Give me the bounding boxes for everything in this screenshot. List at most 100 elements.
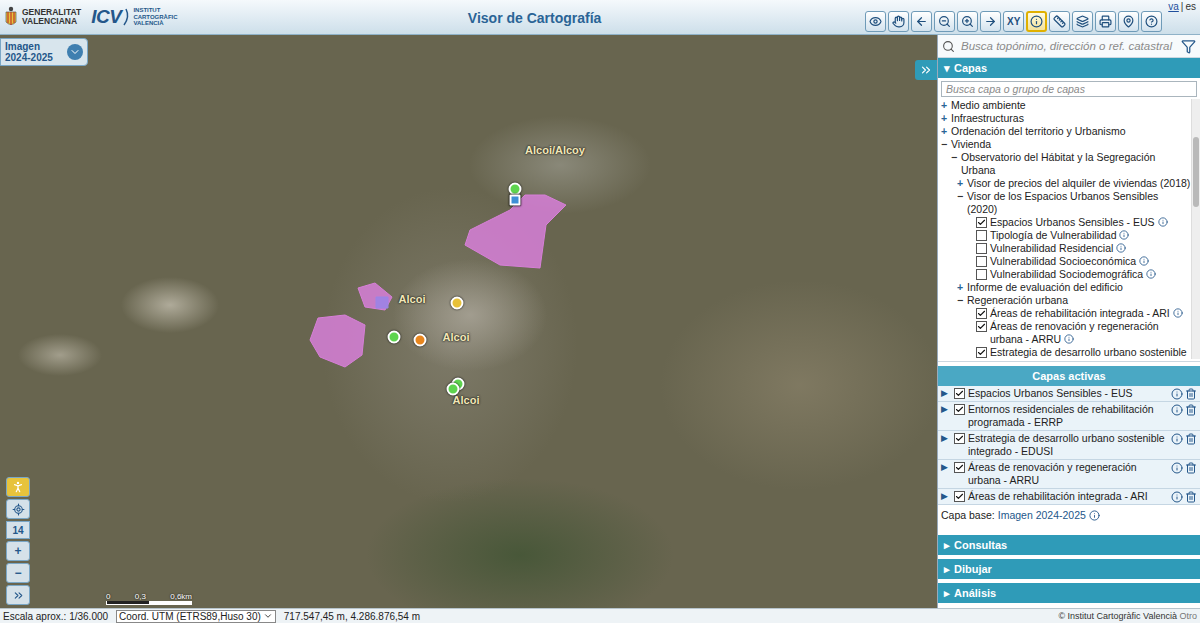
layer-search-input[interactable] — [941, 81, 1197, 97]
arrow-right-tool-button[interactable] — [980, 11, 1001, 32]
expand-toggle[interactable]: ▶ — [941, 461, 951, 474]
info-icon[interactable] — [1171, 491, 1183, 503]
layer-item[interactable]: Estrategia de desarrollo urbano sostenib… — [938, 346, 1191, 359]
layer-checkbox[interactable] — [976, 321, 987, 332]
place-search-input[interactable] — [959, 39, 1177, 53]
layer-checkbox[interactable] — [954, 404, 965, 415]
map-marker[interactable] — [510, 195, 521, 206]
expand-toggle[interactable]: ▶ — [941, 432, 951, 445]
layer-group[interactable]: +Medio ambiente — [938, 99, 1191, 112]
zoom-out-tool-button[interactable] — [934, 11, 955, 32]
panel-section[interactable]: ▸Consultas — [938, 535, 1200, 555]
layer-group[interactable]: −Visor de los Espacios Urbanos Sensibles… — [938, 190, 1191, 216]
active-layer-row[interactable]: ▶Espacios Urbanos Sensibles - EUS — [938, 386, 1200, 402]
layer-item[interactable]: Vulnerabilidad Residencial — [938, 242, 1191, 255]
layer-checkbox[interactable] — [954, 491, 965, 502]
map[interactable]: Alcoi/AlcoyAlcoiAlcoiAlcoiImagen2024-202… — [0, 35, 937, 608]
layer-group[interactable]: +Informe de evaluación del edificio — [938, 281, 1191, 294]
expand-toggle[interactable]: ▶ — [941, 387, 951, 400]
trash-icon[interactable] — [1185, 433, 1197, 445]
info-icon[interactable] — [1139, 256, 1149, 266]
printer-tool-button[interactable] — [1095, 11, 1116, 32]
layer-group[interactable]: −Vivienda — [938, 138, 1191, 151]
info-tool-button[interactable] — [1026, 11, 1047, 32]
layers-tool-button[interactable] — [1072, 11, 1093, 32]
layer-checkbox[interactable] — [976, 230, 987, 241]
layer-checkbox[interactable] — [954, 388, 965, 399]
layer-checkbox[interactable] — [954, 433, 965, 444]
info-icon[interactable] — [1171, 462, 1183, 474]
zoom-in-button[interactable]: + — [6, 541, 30, 561]
active-layer-row[interactable]: ▶Entornos residenciales de rehabilitació… — [938, 402, 1200, 431]
expand-controls-button[interactable] — [6, 585, 30, 605]
panel-section[interactable]: ▸Dibujar — [938, 559, 1200, 579]
basemap-selector[interactable]: Imagen2024-2025 — [0, 38, 88, 66]
arrow-left-tool-button[interactable] — [911, 11, 932, 32]
layer-group[interactable]: −Regeneración urbana — [938, 294, 1191, 307]
layer-checkbox[interactable] — [976, 243, 987, 254]
info-icon[interactable] — [1173, 308, 1183, 318]
expand-toggle[interactable]: ▶ — [941, 403, 951, 416]
zoom-in-tool-button[interactable] — [957, 11, 978, 32]
map-marker[interactable] — [388, 331, 401, 344]
layer-checkbox[interactable] — [976, 308, 987, 319]
info-icon[interactable] — [1146, 269, 1156, 279]
urban-area[interactable] — [376, 297, 388, 308]
layer-item[interactable]: Áreas de renovación y regeneración urban… — [938, 320, 1191, 346]
layer-checkbox[interactable] — [976, 347, 987, 358]
help-tool-button[interactable] — [1141, 11, 1162, 32]
trash-icon[interactable] — [1185, 462, 1197, 474]
zoom-out-button[interactable]: − — [6, 563, 30, 583]
ruler-tool-button[interactable] — [1049, 11, 1070, 32]
expand-toggle[interactable]: ▶ — [941, 490, 951, 503]
filter-icon[interactable] — [1181, 39, 1196, 54]
crs-select[interactable]: Coord. UTM (ETRS89,Huso 30) — [116, 610, 276, 623]
info-icon[interactable] — [1171, 433, 1183, 445]
map-marker[interactable] — [451, 297, 464, 310]
panel-section[interactable]: ▸Análisis — [938, 583, 1200, 603]
active-layer-row[interactable]: ▶Áreas de rehabilitación integrada - ARI — [938, 489, 1200, 505]
urban-area[interactable] — [465, 195, 566, 268]
layers-header[interactable]: ▾Capas — [938, 58, 1200, 78]
xy-tool-button[interactable]: XY — [1003, 11, 1024, 32]
info-icon[interactable] — [1171, 388, 1183, 400]
layer-group[interactable]: −Observatorio del Hábitat y la Segregaci… — [938, 151, 1191, 177]
info-icon[interactable] — [1171, 404, 1183, 416]
info-icon[interactable] — [1089, 510, 1100, 521]
street-view-button[interactable] — [6, 477, 30, 497]
active-layer-row[interactable]: ▶Áreas de renovación y regeneración urba… — [938, 460, 1200, 489]
active-layer-row[interactable]: ▶Estrategia de desarrollo urbano sosteni… — [938, 431, 1200, 460]
layer-checkbox[interactable] — [976, 269, 987, 280]
trash-icon[interactable] — [1185, 404, 1197, 416]
layer-item[interactable]: Espacios Urbanos Sensibles - EUS — [938, 216, 1191, 229]
urban-area[interactable] — [358, 283, 392, 310]
info-icon[interactable] — [1064, 334, 1074, 344]
layer-group[interactable]: +Infraestructuras — [938, 112, 1191, 125]
locate-button[interactable] — [6, 499, 30, 519]
hand-tool-button[interactable] — [888, 11, 909, 32]
language-link[interactable]: es — [1185, 1, 1196, 12]
map-marker[interactable] — [414, 334, 427, 347]
layer-group[interactable]: +Ordenación del territorio y Urbanismo — [938, 125, 1191, 138]
info-icon[interactable] — [1119, 230, 1129, 240]
eye-tool-button[interactable] — [865, 11, 886, 32]
layer-item[interactable]: Vulnerabilidad Socioeconómica — [938, 255, 1191, 268]
urban-area[interactable] — [310, 315, 365, 367]
layer-item[interactable]: Áreas de rehabilitación integrada - ARI — [938, 307, 1191, 320]
layer-checkbox[interactable] — [976, 256, 987, 267]
layer-checkbox[interactable] — [954, 462, 965, 473]
layer-item[interactable]: Vulnerabilidad Sociodemográfica — [938, 268, 1191, 281]
language-link[interactable]: va — [1168, 1, 1179, 12]
info-icon[interactable] — [1116, 243, 1126, 253]
panel-toggle-button[interactable] — [915, 60, 937, 80]
layer-group[interactable]: +Visor de precios del alquiler de vivien… — [938, 177, 1191, 190]
map-pin-tool-button[interactable] — [1118, 11, 1139, 32]
trash-icon[interactable] — [1185, 388, 1197, 400]
check-icon — [955, 434, 964, 443]
trash-icon[interactable] — [1185, 491, 1197, 503]
map-marker[interactable] — [447, 383, 460, 396]
info-icon[interactable] — [1158, 217, 1168, 227]
layer-item[interactable]: Tipología de Vulnerabilidad — [938, 229, 1191, 242]
layer-checkbox[interactable] — [976, 217, 987, 228]
scrollbar[interactable] — [1191, 99, 1200, 359]
